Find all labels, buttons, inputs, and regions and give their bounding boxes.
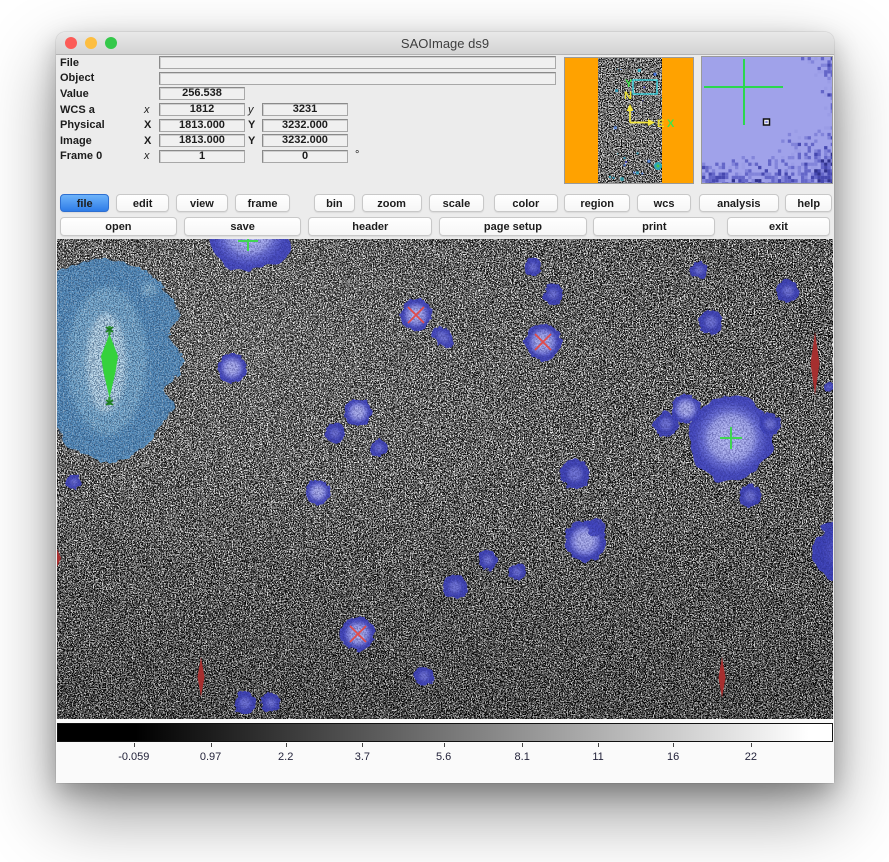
svg-text:Y: Y: [625, 78, 633, 90]
svg-text:N: N: [624, 90, 632, 102]
svg-text:X: X: [667, 118, 675, 130]
svg-text:E: E: [657, 118, 664, 130]
